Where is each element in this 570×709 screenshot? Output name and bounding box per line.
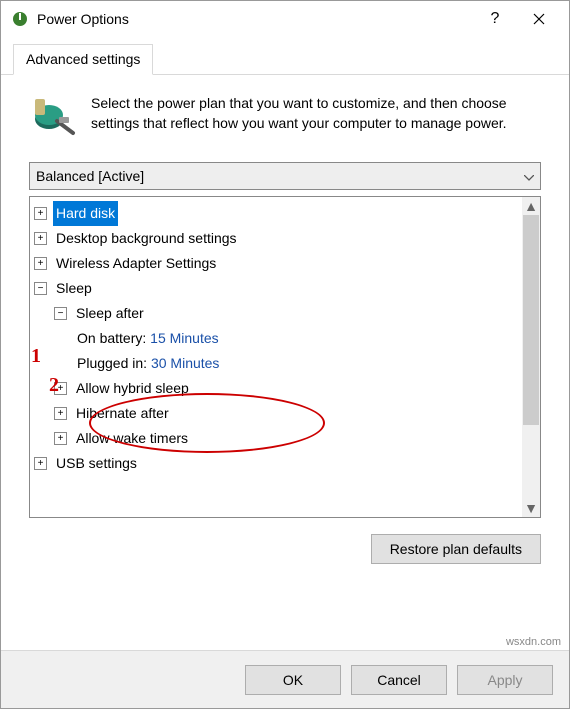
apply-button[interactable]: Apply [457,665,553,695]
tree-label: USB settings [53,451,140,476]
expand-icon[interactable]: + [34,207,47,220]
tree-item-sleep[interactable]: − Sleep [34,276,522,301]
scrollbar-thumb[interactable] [523,215,539,425]
collapse-icon[interactable]: − [54,307,67,320]
ok-button[interactable]: OK [245,665,341,695]
chevron-down-icon [524,168,534,184]
tree-item-plugged-in[interactable]: Plugged in: 30 Minutes [34,351,522,376]
power-options-dialog: Power Options ? Advanced settings Select… [0,0,570,709]
settings-tree: + Hard disk + Desktop background setting… [29,196,541,518]
tree-item-usb-settings[interactable]: + USB settings [34,451,522,476]
scrollbar[interactable]: ▲ ▼ [522,197,540,517]
collapse-icon[interactable]: − [34,282,47,295]
scroll-down-icon[interactable]: ▼ [522,499,540,517]
tabstrip: Advanced settings [1,37,569,75]
expand-icon[interactable]: + [34,257,47,270]
tree-label: Allow hybrid sleep [73,376,192,401]
tab-advanced-settings[interactable]: Advanced settings [13,44,153,75]
scroll-up-icon[interactable]: ▲ [522,197,540,215]
power-plan-dropdown[interactable]: Balanced [Active] [29,162,541,190]
expand-icon[interactable]: + [54,382,67,395]
tree-item-wake-timers[interactable]: + Allow wake timers [34,426,522,451]
expand-icon[interactable]: + [34,457,47,470]
tree-label: Plugged in: 30 Minutes [74,351,222,376]
close-button[interactable] [517,4,561,34]
dialog-buttons: OK Cancel Apply [1,650,569,708]
tree-item-hybrid-sleep[interactable]: + Allow hybrid sleep [34,376,522,401]
tree-item-sleep-after[interactable]: − Sleep after [34,301,522,326]
tree-label: Hibernate after [73,401,172,426]
titlebar-title: Power Options [37,11,473,27]
tree-item-on-battery[interactable]: On battery: 15 Minutes [34,326,522,351]
tree-label: Desktop background settings [53,226,240,251]
help-button[interactable]: ? [473,4,517,34]
restore-defaults-button[interactable]: Restore plan defaults [371,534,541,564]
intro: Select the power plan that you want to c… [29,93,541,144]
tree-item-hibernate-after[interactable]: + Hibernate after [34,401,522,426]
cancel-button[interactable]: Cancel [351,665,447,695]
tree-item-desktop-background[interactable]: + Desktop background settings [34,226,522,251]
power-plan-selected: Balanced [Active] [36,168,144,184]
tree-item-hard-disk[interactable]: + Hard disk [34,201,522,226]
expand-icon[interactable]: + [54,407,67,420]
tree-item-wireless-adapter[interactable]: + Wireless Adapter Settings [34,251,522,276]
intro-text: Select the power plan that you want to c… [91,93,541,144]
tree-value: 15 Minutes [150,330,218,346]
tree-label: Sleep [53,276,95,301]
expand-icon[interactable]: + [34,232,47,245]
tree-label: Wireless Adapter Settings [53,251,219,276]
tree-label: Sleep after [73,301,147,326]
tree-label: Allow wake timers [73,426,191,451]
watermark: wsxdn.com [506,636,561,648]
tree-label: Hard disk [53,201,118,226]
tab-panel: Select the power plan that you want to c… [1,75,569,578]
titlebar: Power Options ? [1,1,569,37]
tree-value: 30 Minutes [151,355,219,371]
tree-label: On battery: 15 Minutes [74,326,222,351]
power-plan-icon [11,10,29,28]
expand-icon[interactable]: + [54,432,67,445]
power-plug-icon [29,93,77,144]
scrollbar-track[interactable] [522,215,540,499]
